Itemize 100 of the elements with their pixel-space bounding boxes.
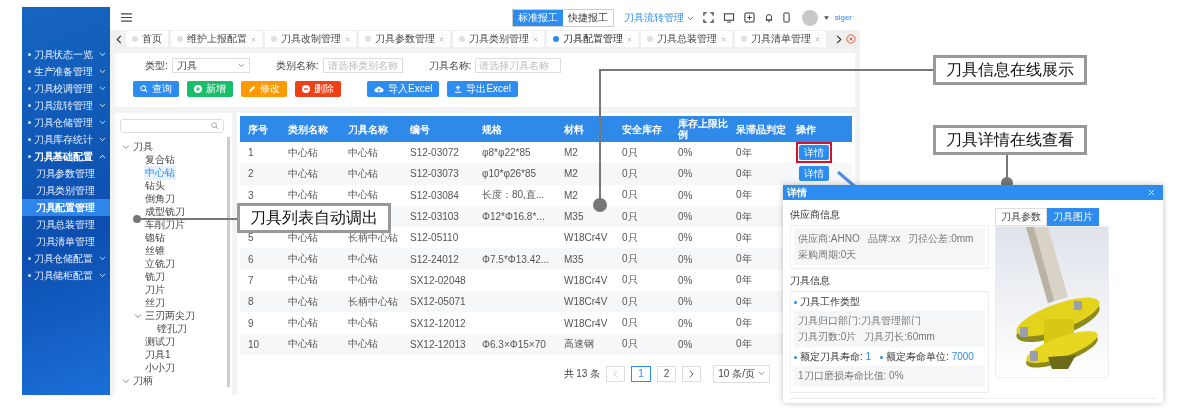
tree-item[interactable]: 车削刀片 [144, 217, 186, 232]
tree-item[interactable]: 刀片 [144, 282, 166, 297]
table-cell: S12-24012 [410, 253, 459, 265]
sidebar-item[interactable]: 生产准备管理 [22, 63, 110, 80]
tree-item[interactable]: 镗孔刀 [156, 321, 188, 336]
table-cell: 0只 [622, 167, 638, 179]
sidebar-subitem[interactable]: 刀具类别管理 [22, 182, 110, 199]
table-cell: 0% [678, 253, 693, 265]
menu-icon[interactable] [121, 13, 132, 22]
tree-item[interactable]: 丝刀 [144, 295, 166, 310]
close-icon[interactable] [345, 36, 350, 42]
tree-item[interactable]: 刀柄 [132, 373, 154, 388]
fullscreen-icon[interactable] [702, 12, 714, 23]
table-cell: 长柄中心钻 [348, 231, 398, 243]
sidebar-subitem[interactable]: 刀具总装管理 [22, 216, 110, 233]
monitor-icon[interactable] [722, 12, 735, 23]
tree-item[interactable]: 测试刀 [144, 334, 176, 349]
close-icon[interactable] [815, 36, 820, 42]
phone-icon[interactable] [782, 12, 790, 23]
table-cell: 0年 [736, 189, 752, 201]
user-name[interactable]: siger [834, 13, 852, 22]
table-cell: 中心钻 [288, 146, 318, 158]
page-button[interactable]: 1 [631, 365, 651, 382]
chevron-down-icon[interactable] [134, 311, 142, 320]
chevron-down-icon[interactable] [122, 142, 130, 151]
sidebar-item[interactable]: 刀具状态一览 [22, 46, 110, 63]
table-cell: Φ12*Φ16.8*... [482, 211, 545, 223]
table-cell: 0% [678, 147, 693, 159]
image-tab[interactable]: 刀具参数 [995, 208, 1048, 227]
tree-item[interactable]: 锪钻 [144, 230, 166, 245]
sidebar-item[interactable]: 刀具校调管理 [22, 80, 110, 97]
sidebar-subitem[interactable]: 刀具清单管理 [22, 233, 110, 250]
close-icon[interactable] [439, 36, 444, 42]
page-tab[interactable]: 刀具总装管理 [641, 31, 732, 47]
prev-page-button[interactable] [606, 365, 626, 382]
next-page-button[interactable] [682, 365, 702, 382]
pencil-icon [248, 85, 256, 93]
sidebar-item[interactable]: 刀具储柜配置 [22, 267, 110, 284]
tree-item[interactable]: 刀具1 [144, 347, 172, 362]
search-field[interactable] [120, 119, 224, 133]
sidebar-item[interactable]: 刀具库存统计 [22, 131, 110, 148]
page-tab[interactable]: 首页 [126, 31, 168, 47]
callout-label: 刀具信息在线展示 [933, 55, 1087, 85]
sidebar-item[interactable]: 刀具流转管理 [22, 97, 110, 114]
table-cell: 0年 [736, 295, 752, 307]
cloud-upload-icon [374, 85, 384, 93]
sidebar-subitem[interactable]: 刀具配置管理 [22, 199, 110, 216]
info-field: 供应商:AHNO [798, 232, 860, 247]
page-tab[interactable]: 刀具类别管理 [453, 31, 544, 47]
module-menu[interactable]: 刀具流转管理 [623, 10, 694, 25]
tree-item[interactable]: 铣刀 [144, 269, 166, 284]
page-tab[interactable]: 维护上报配置 [171, 31, 262, 47]
tree-item[interactable]: 丝锥 [144, 243, 166, 258]
total-count: 共 13 条 [563, 366, 601, 381]
sidebar-subitem[interactable]: 刀具参数管理 [22, 165, 110, 182]
table-cell: 0只 [622, 210, 638, 222]
table-cell: 长度：80,直... [482, 189, 545, 201]
tree-item[interactable]: 三刃两尖刀 [144, 308, 196, 323]
tree-item[interactable]: 小小刀 [144, 360, 176, 375]
table-cell: 0年 [736, 338, 752, 350]
table-cell: 0年 [736, 231, 752, 243]
table-cell: M2 [564, 168, 578, 180]
page-tab[interactable]: 刀具改制管理 [265, 31, 356, 47]
table-cell: 中心钻 [288, 167, 318, 179]
tree-item[interactable]: 钻头 [144, 178, 166, 193]
avatar[interactable] [801, 9, 818, 26]
table-cell: 2 [248, 168, 254, 180]
select-field[interactable]: 刀具 [171, 58, 250, 73]
scrollbar[interactable] [227, 137, 230, 387]
page-tab[interactable]: 刀具参数管理 [359, 31, 450, 47]
sidebar-item[interactable]: 刀具仓储配置 [22, 250, 110, 267]
sidebar-item[interactable]: 刀具仓储管理 [22, 114, 110, 131]
chevron-left-icon[interactable] [116, 34, 122, 44]
chevron-down-icon[interactable] [122, 376, 130, 385]
tree-item[interactable]: 刀具 [132, 139, 154, 154]
page-size-select[interactable]: 10 条/页 [713, 364, 770, 383]
chevron-right-icon[interactable] [836, 34, 842, 44]
tree-item[interactable]: 成型铣刀 [144, 204, 186, 219]
close-icon[interactable] [533, 36, 538, 42]
column-header: 库存上限比例 [677, 118, 728, 140]
sidebar-item[interactable]: 刀具基础配置 [22, 148, 110, 165]
page-button[interactable]: 2 [656, 365, 677, 382]
table-cell: 0年 [736, 167, 752, 179]
table-cell: 中心钻 [288, 338, 318, 350]
bell-icon[interactable] [763, 12, 774, 23]
close-icon[interactable] [721, 36, 726, 42]
tree-item[interactable]: 立铣刀 [144, 256, 176, 271]
tree-item[interactable]: 复合钻 [144, 152, 176, 167]
delete-button[interactable]: 删除 [295, 81, 341, 97]
tree-item[interactable]: 倒角刀 [144, 191, 176, 206]
page-tab[interactable]: 刀具清单管理 [735, 31, 826, 47]
plus-square-icon[interactable] [743, 12, 755, 23]
close-circle-icon[interactable] [846, 34, 856, 44]
close-icon[interactable] [251, 36, 256, 42]
table-cell: W18Cr4V [564, 296, 608, 308]
table-cell: S12-03073 [410, 168, 459, 180]
page-tab[interactable]: 刀具配置管理 [547, 31, 638, 47]
close-icon[interactable] [627, 36, 632, 42]
upload-icon [454, 85, 463, 93]
callout-label: 刀具详情在线查看 [933, 125, 1087, 155]
